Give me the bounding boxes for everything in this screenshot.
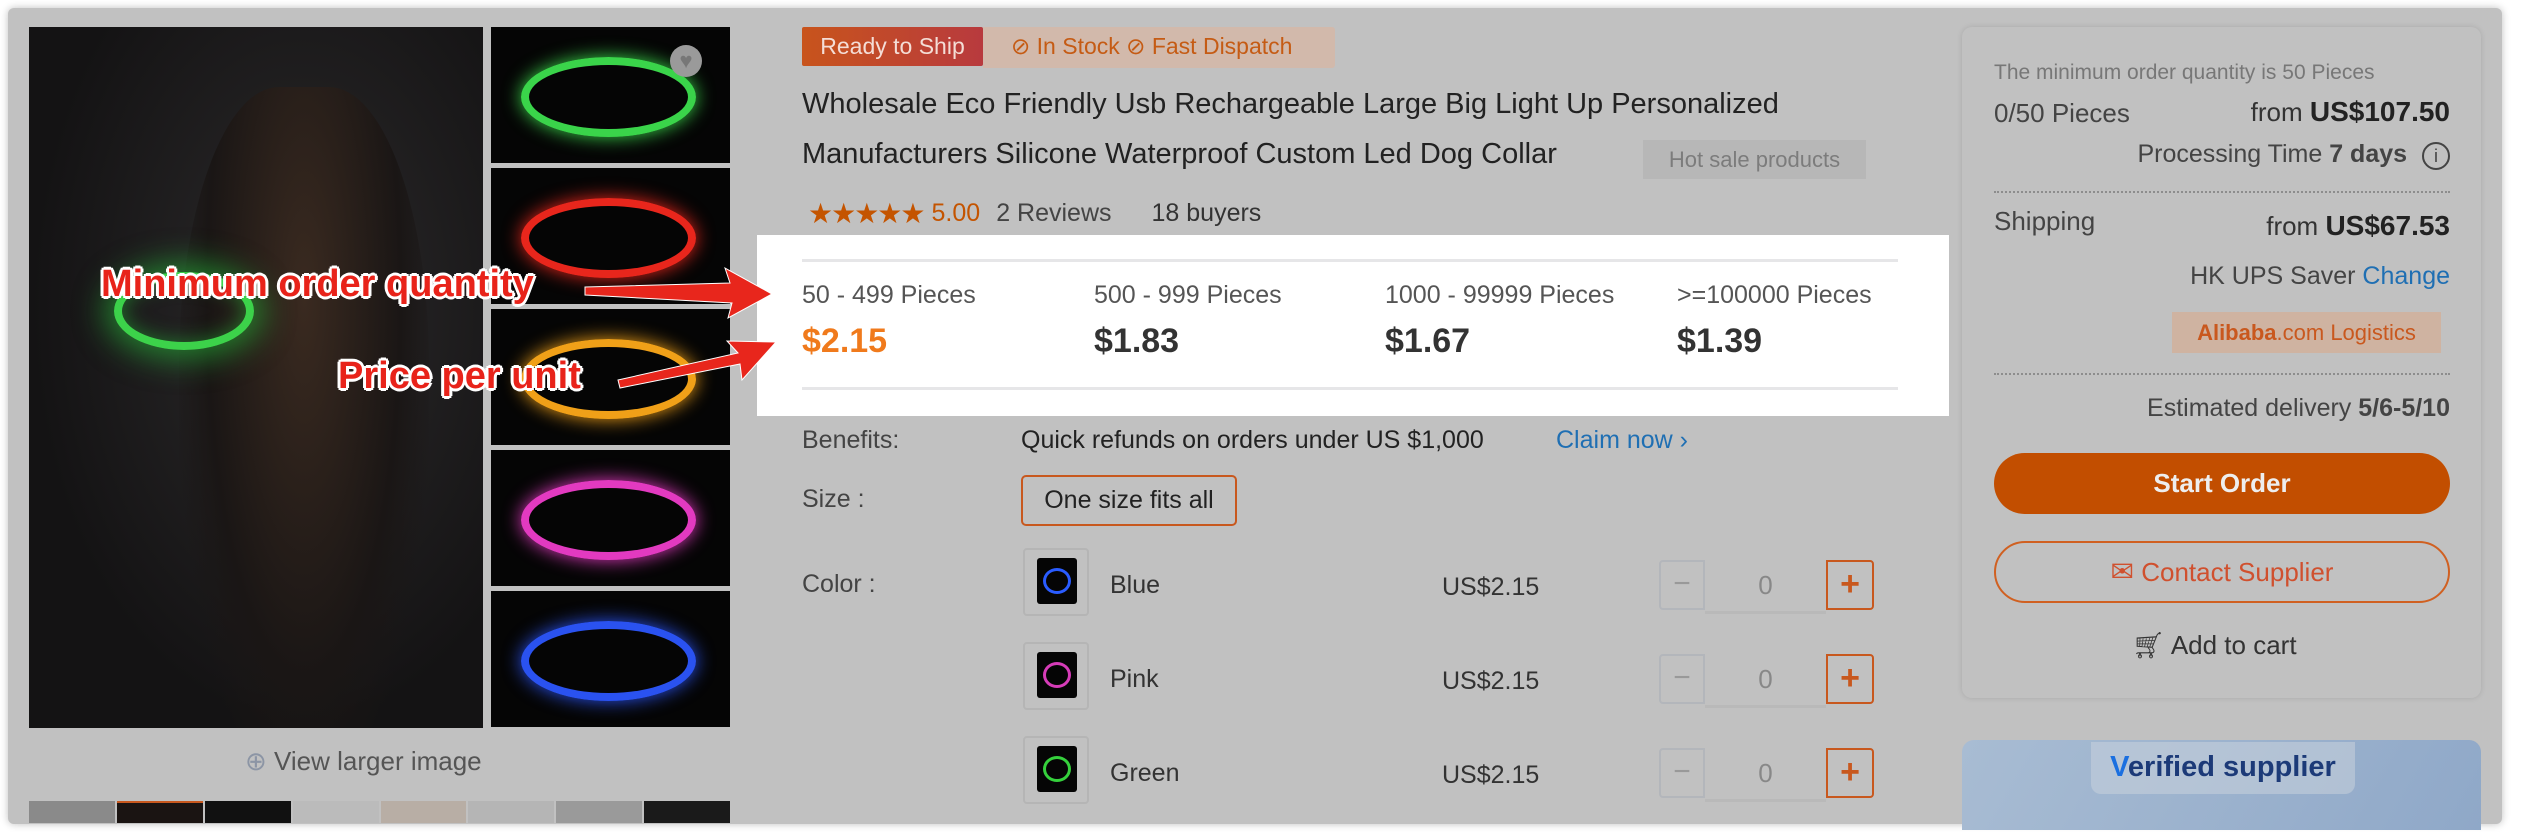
envelope-icon: ✉	[2110, 556, 2134, 587]
change-carrier-link[interactable]: Change	[2362, 262, 2450, 290]
divider	[1994, 373, 2450, 375]
estimated-delivery: Estimated delivery 5/6-5/10	[2147, 394, 2450, 422]
benefits-label: Benefits:	[802, 426, 900, 454]
add-to-cart-button[interactable]: 🛒︎ Add to cart	[2132, 630, 2297, 661]
ring-icon	[1043, 756, 1071, 782]
color-name: Pink	[1110, 665, 1159, 693]
arrow-moq	[584, 266, 774, 319]
decrease-button[interactable]: −	[1659, 560, 1705, 610]
color-price: US$2.15	[1442, 667, 1540, 695]
info-icon[interactable]: i	[2422, 142, 2450, 170]
verified-supplier-label: Verified supplier	[2091, 742, 2355, 794]
verified-supplier-card: Verified supplier	[1962, 740, 2481, 830]
quantity-stepper: −0 +	[1659, 748, 1874, 802]
color-price: US$2.15	[1442, 761, 1540, 789]
color-name: Blue	[1110, 571, 1161, 599]
contact-supplier-button[interactable]: ✉ Contact Supplier	[1994, 541, 2450, 603]
increase-button[interactable]: +	[1826, 654, 1874, 704]
ring-icon	[1043, 568, 1071, 594]
decrease-button[interactable]: −	[1659, 654, 1705, 704]
moq-note: The minimum order quantity is 50 Pieces	[1994, 61, 2375, 84]
swatch-image	[1037, 746, 1077, 792]
order-total: from US$107.50	[2250, 96, 2450, 127]
ring-icon	[1043, 662, 1071, 688]
arrow-price	[617, 340, 778, 389]
claim-now-link[interactable]: Claim now ›	[1556, 426, 1688, 455]
quantity-input[interactable]: 0	[1705, 654, 1826, 708]
color-label: Color :	[802, 570, 876, 598]
swatch-image	[1037, 558, 1077, 604]
color-swatch[interactable]	[1023, 642, 1089, 710]
size-label: Size :	[802, 485, 865, 513]
color-swatch[interactable]	[1023, 548, 1089, 616]
color-price: US$2.15	[1442, 573, 1540, 601]
quantity-input[interactable]: 0	[1705, 748, 1826, 802]
color-name: Green	[1110, 759, 1180, 787]
pieces-count: 0/50 Pieces	[1994, 98, 2130, 128]
carrier: HK UPS Saver Change	[2190, 262, 2450, 290]
divider	[1994, 191, 2450, 193]
shipping-label: Shipping	[1994, 206, 2096, 236]
increase-button[interactable]: +	[1826, 560, 1874, 610]
decrease-button[interactable]: −	[1659, 748, 1705, 798]
processing-time: Processing Time 7 days i	[2137, 140, 2450, 170]
start-order-button[interactable]: Start Order	[1994, 453, 2450, 514]
quantity-stepper: −0 +	[1659, 560, 1874, 614]
size-option-selected[interactable]: One size fits all	[1021, 475, 1237, 526]
quantity-stepper: −0 +	[1659, 654, 1874, 708]
swatch-image	[1037, 652, 1077, 698]
chevron-right-icon: ›	[1679, 426, 1688, 454]
quantity-input[interactable]: 0	[1705, 560, 1826, 614]
benefits-text: Quick refunds on orders under US $1,000	[1021, 426, 1484, 454]
cart-icon: 🛒︎	[2132, 630, 2166, 660]
increase-button[interactable]: +	[1826, 748, 1874, 798]
logistics-badge: Alibaba.com Logistics	[2172, 312, 2441, 353]
color-swatch[interactable]	[1023, 736, 1089, 804]
shipping-price: from US$67.53	[2266, 210, 2450, 241]
